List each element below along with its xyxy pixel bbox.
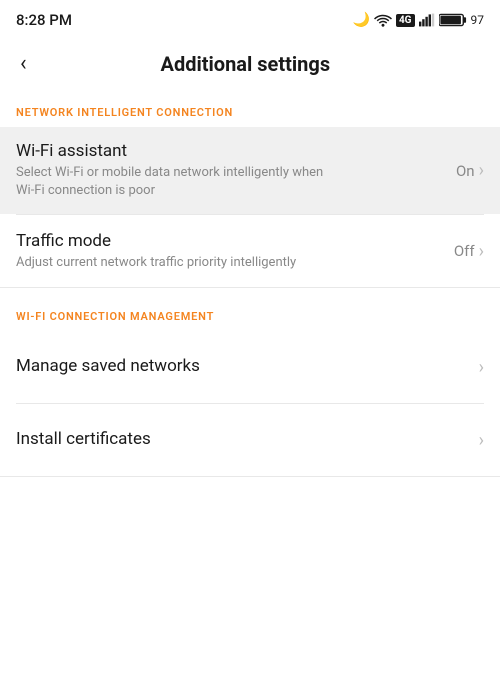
back-button[interactable]: ‹: [16, 49, 31, 79]
wifi-assistant-status: On: [456, 162, 475, 180]
install-certs-title: Install certificates: [16, 429, 471, 449]
page-title: Additional settings: [47, 52, 444, 76]
traffic-mode-title: Traffic mode: [16, 231, 446, 251]
wifi-icon: [374, 13, 392, 27]
section-label-wifi-mgmt: WI-FI CONNECTION MANAGEMENT: [0, 296, 500, 331]
manage-networks-chevron-icon: ›: [479, 357, 484, 378]
wifi-assistant-content: Wi-Fi assistant Select Wi-Fi or mobile d…: [16, 141, 448, 200]
battery-icon: [439, 13, 467, 27]
status-bar: 8:28 PM 🌙 4G 97: [0, 0, 500, 36]
section-label-network: NETWORK INTELLIGENT CONNECTION: [0, 92, 500, 127]
manage-networks-content: Manage saved networks: [16, 356, 471, 379]
wifi-assistant-right: On ›: [456, 160, 484, 181]
install-certs-content: Install certificates: [16, 429, 471, 452]
traffic-mode-desc: Adjust current network traffic priority …: [16, 254, 336, 272]
install-certs-right: ›: [479, 430, 484, 451]
setting-item-manage-networks[interactable]: Manage saved networks ›: [0, 331, 500, 403]
header: ‹ Additional settings: [0, 36, 500, 92]
divider-3: [0, 476, 500, 477]
section-gap: [0, 288, 500, 296]
wifi-assistant-title: Wi-Fi assistant: [16, 141, 448, 161]
battery-percent: 97: [471, 13, 485, 27]
setting-item-wifi-assistant[interactable]: Wi-Fi assistant Select Wi-Fi or mobile d…: [0, 127, 500, 214]
manage-networks-right: ›: [479, 357, 484, 378]
signal-icon: [419, 13, 435, 27]
manage-networks-title: Manage saved networks: [16, 356, 471, 376]
status-time: 8:28 PM: [16, 11, 72, 29]
status-icons: 🌙 4G 97: [353, 12, 485, 28]
setting-item-install-certs[interactable]: Install certificates ›: [0, 404, 500, 476]
wifi-assistant-desc: Select Wi-Fi or mobile data network inte…: [16, 164, 336, 200]
lte-icon: 4G: [396, 14, 415, 27]
traffic-mode-content: Traffic mode Adjust current network traf…: [16, 231, 446, 272]
traffic-mode-right: Off ›: [454, 241, 484, 262]
do-not-disturb-icon: 🌙: [353, 12, 370, 28]
wifi-assistant-chevron-icon: ›: [479, 160, 484, 181]
traffic-mode-status: Off: [454, 242, 475, 260]
setting-item-traffic-mode[interactable]: Traffic mode Adjust current network traf…: [0, 215, 500, 287]
traffic-mode-chevron-icon: ›: [479, 241, 484, 262]
install-certs-chevron-icon: ›: [479, 430, 484, 451]
